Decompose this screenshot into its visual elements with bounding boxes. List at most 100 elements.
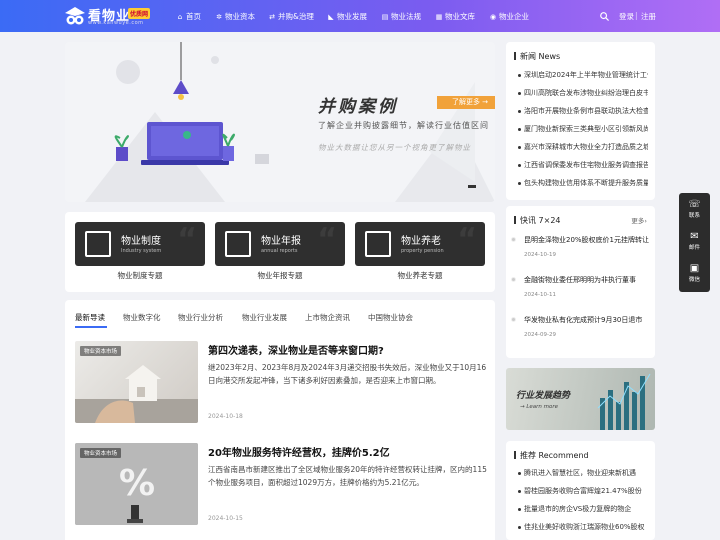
nav-label: 物业发展 (337, 12, 367, 21)
chart-bars-image (597, 373, 651, 430)
register-link[interactable]: 注册 (641, 11, 656, 22)
nav-label: 首页 (186, 12, 201, 21)
article-thumbnail[interactable]: 物业资本市场 (75, 341, 198, 423)
recommend-item[interactable]: 批量退市的房企VS极力复牌的物企 (518, 504, 648, 514)
nav-item-home[interactable]: ⌂ 首页 (176, 11, 201, 22)
recommend-item[interactable]: 腾讯进入智慧社区，物业迎来新机遇 (518, 468, 648, 478)
flash-item-date: 2024-10-19 (524, 252, 556, 258)
topic-name: 物业养老 (401, 236, 441, 247)
law-icon: ▤ (381, 12, 389, 21)
svg-text:%: % (119, 463, 155, 504)
nav-item-capital[interactable]: ✲ 物业资本 (215, 11, 255, 22)
site-logo[interactable]: 看物业 优质网 www.kanwuye.com (64, 4, 154, 28)
capital-icon: ✲ (216, 12, 222, 21)
flash-news-panel: 快讯 7×24 更多› 昆明金泽物业20%股权底价1元挂牌转让 2024-10-… (506, 206, 655, 358)
float-label: 微信 (688, 277, 700, 283)
topic-label[interactable]: 物业制度专题 (75, 270, 205, 281)
auth-separator: | (635, 11, 638, 20)
nav-item-library[interactable]: ▦ 物业文库 (435, 11, 475, 22)
tab-development[interactable]: 物业行业发展 (242, 312, 287, 323)
banner-subtitle: 了解企业并购披露细节，解读行业估值区间 (318, 121, 489, 130)
chat-icon: ☏ (688, 199, 701, 210)
folder-search-icon (365, 231, 391, 257)
document-icon (225, 231, 251, 257)
side-news-item[interactable]: 厦门物业新探索三类典型小区引领新风尚 (518, 124, 648, 134)
article-title[interactable]: 第四次递表，深业物业是否等来窗口期? (208, 342, 384, 357)
nav-item-growth[interactable]: ◣ 物业发展 (327, 11, 367, 22)
flash-item-title[interactable]: 金融街物业委任邢明明为非执行董事 (524, 275, 650, 285)
growth-icon: ◣ (328, 12, 334, 21)
topic-card-pension[interactable]: “ 物业养老 property pension (355, 222, 485, 266)
article-tag: 物业资本市场 (80, 448, 122, 458)
article-thumbnail[interactable]: % 物业资本市场 (75, 443, 198, 525)
tab-latest[interactable]: 最新导读 (75, 312, 105, 323)
recommend-title: 推荐 Recommend (514, 450, 589, 461)
mail-button[interactable]: ✉ 邮件 (679, 231, 710, 251)
topic-card-system[interactable]: “ 物业制度 Industry system (75, 222, 205, 266)
active-tab-indicator (75, 326, 107, 328)
hero-banner[interactable]: 并购案例 了解更多 → 了解企业并购披露细节，解读行业估值区间 物业大数据让您从… (65, 42, 495, 202)
article-date: 2024-10-18 (208, 413, 243, 420)
banner-title: 并购案例 (318, 97, 398, 117)
recommend-item[interactable]: 佳兆业美好收购浙江瑞源物业60%股权 (518, 522, 648, 532)
side-news-item[interactable]: 嘉兴市深耕城市大物业全力打造品质之城 (518, 142, 648, 152)
float-label: 邮件 (688, 245, 700, 251)
side-news-panel: 新闻 News 深圳启动2024年上半年物业管理统计工作 四川高院联合发布涉物业… (506, 42, 655, 200)
tab-listed[interactable]: 上市物企资讯 (305, 312, 350, 323)
timeline-dot (511, 277, 516, 282)
nav-label: 物业企业 (499, 12, 529, 21)
tab-analysis[interactable]: 物业行业分析 (178, 312, 223, 323)
side-news-item[interactable]: 四川高院联合发布涉物业纠纷治理白皮书 (518, 88, 648, 98)
folder-icon (85, 231, 111, 257)
topic-name: 物业制度 (121, 236, 161, 247)
logo-owl-icon (65, 7, 85, 25)
flash-item-date: 2024-09-29 (524, 332, 556, 338)
nav-item-company[interactable]: ◉ 物业企业 (489, 11, 529, 22)
banner-tagline: 物业大数据让您从另一个视角更了解物业 (318, 143, 471, 152)
promo-title: 行业发展趋势 (516, 391, 571, 401)
qrcode-icon: ▣ (689, 263, 700, 274)
logo-badge: 优质网 (128, 8, 151, 19)
quote-mark-icon: “ (177, 222, 197, 257)
float-label: 联系 (688, 213, 700, 219)
contact-button[interactable]: ☏ 联系 (679, 199, 710, 219)
nav-item-law[interactable]: ▤ 物业法规 (381, 11, 421, 22)
learn-more-button[interactable]: 了解更多 → (437, 96, 495, 109)
side-news-item[interactable]: 包头构建物业信用体系不断提升服务质量 (518, 178, 648, 188)
article-title[interactable]: 20年物业服务特许经营权，挂牌价5.2亿 (208, 444, 390, 459)
topic-en: annual reports (261, 248, 298, 254)
side-news-item[interactable]: 洛阳市开展物业条例市县联动执法大检查 (518, 106, 648, 116)
topic-label[interactable]: 物业养老专题 (355, 270, 485, 281)
topic-en: Industry system (121, 248, 162, 254)
quote-mark-icon: “ (317, 222, 337, 257)
merger-icon: ⇄ (269, 12, 275, 21)
flash-more-link[interactable]: 更多› (631, 215, 647, 225)
recommend-item[interactable]: 碧桂园服务收购合富辉煌21.47%股份 (518, 486, 648, 496)
search-icon[interactable] (600, 12, 609, 21)
topic-card-report[interactable]: “ 物业年报 annual reports (215, 222, 345, 266)
flash-item-title[interactable]: 昆明金泽物业20%股权底价1元挂牌转让 (524, 235, 650, 245)
nav-label: 物业文库 (445, 12, 475, 21)
nav-label: 物业法规 (391, 12, 421, 21)
flash-title: 快讯 7×24 (514, 215, 561, 226)
topic-label[interactable]: 物业年报专题 (215, 270, 345, 281)
tab-digital[interactable]: 物业数字化 (123, 312, 161, 323)
promo-learn-more[interactable]: → Learn more (520, 404, 558, 410)
topic-en: property pension (401, 248, 444, 254)
nav-item-merger[interactable]: ⇄ 并购&治理 (268, 11, 314, 22)
side-news-item[interactable]: 江西省调保委发布住宅物业服务调查报告 (518, 160, 648, 170)
article-summary: 继2023年2月、2023年8月及2024年3月递交招股书失效后，深业物业又于1… (208, 363, 487, 385)
side-news-item[interactable]: 深圳启动2024年上半年物业管理统计工作 (518, 70, 648, 80)
article-tag: 物业资本市场 (80, 346, 122, 356)
flash-item-title[interactable]: 华发物业私有化完成预计9月30日退市 (524, 315, 650, 325)
trend-promo-banner[interactable]: 行业发展趋势 → Learn more (506, 368, 655, 430)
wechat-button[interactable]: ▣ 微信 (679, 263, 710, 283)
flash-item-date: 2024-10-11 (524, 292, 556, 298)
article-date: 2024-10-15 (208, 515, 243, 522)
nav-label: 并购&治理 (278, 12, 314, 21)
home-icon: ⌂ (177, 12, 183, 21)
login-link[interactable]: 登录 (619, 11, 634, 22)
topic-cards: “ 物业制度 Industry system 物业制度专题 “ 物业年报 ann… (65, 212, 495, 292)
tab-association[interactable]: 中国物业协会 (368, 312, 413, 323)
article-feed: 最新导读 物业数字化 物业行业分析 物业行业发展 上市物企资讯 中国物业协会 物… (65, 300, 495, 540)
